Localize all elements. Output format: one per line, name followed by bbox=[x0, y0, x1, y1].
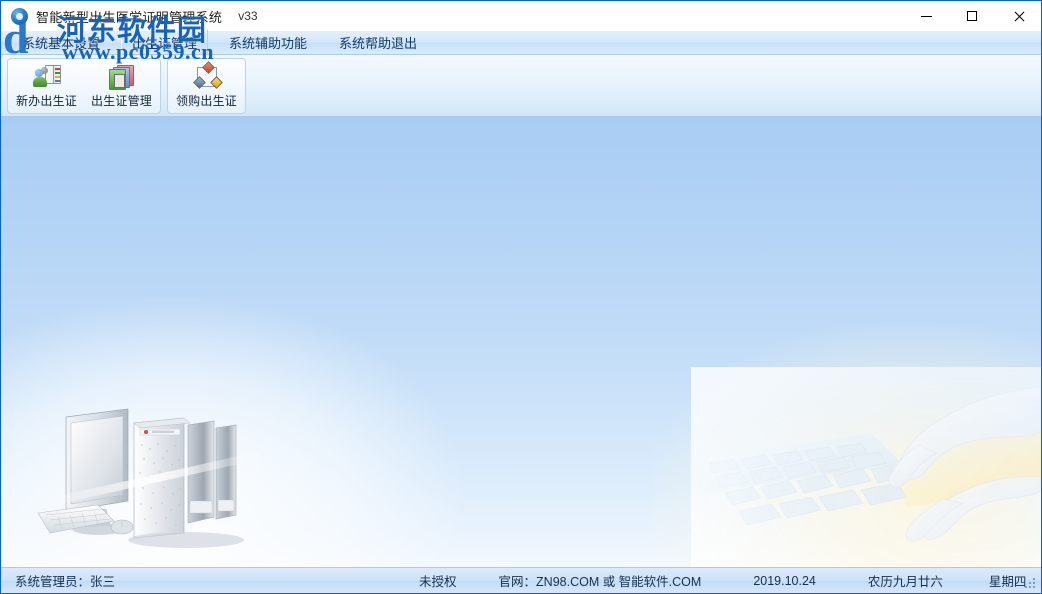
purchase-birth-certificate-button[interactable]: 领购出生证 bbox=[169, 60, 244, 112]
new-birth-certificate-button[interactable]: 新办出生证 bbox=[9, 60, 84, 112]
manage-birth-certificate-label: 出生证管理 bbox=[90, 94, 152, 108]
window-controls bbox=[903, 1, 1041, 31]
application-window: 智能新型出生医学证明管理系统 v33 系统基本设置 出生证管理 系统辅助功能 系… bbox=[0, 0, 1042, 594]
desktop-computer-illustration bbox=[36, 408, 271, 548]
close-icon bbox=[1013, 11, 1024, 22]
client-area bbox=[1, 117, 1041, 567]
menu-system-tools[interactable]: 系统辅助功能 bbox=[218, 29, 318, 56]
status-official-site: 官网：ZN98.COM 或 智能软件.COM bbox=[498, 575, 702, 589]
background-glow-left bbox=[1, 297, 461, 567]
menu-system-settings[interactable]: 系统基本设置 bbox=[11, 29, 111, 56]
toolbar: 新办出生证 出生证管理 领购出生证 bbox=[1, 55, 1041, 117]
status-license-state: 未授权 bbox=[419, 575, 457, 589]
toolbar-group-certificates: 新办出生证 出生证管理 bbox=[7, 58, 161, 114]
new-birth-certificate-label: 新办出生证 bbox=[15, 94, 77, 108]
manage-certificate-icon bbox=[108, 64, 136, 90]
resize-grip-icon[interactable] bbox=[1023, 576, 1037, 590]
menu-bar: 系统基本设置 出生证管理 系统辅助功能 系统帮助退出 bbox=[1, 29, 1041, 56]
close-button[interactable] bbox=[995, 1, 1041, 31]
menu-birth-cert-management[interactable]: 出生证管理 bbox=[121, 29, 209, 56]
menu-help-exit[interactable]: 系统帮助退出 bbox=[328, 29, 428, 56]
status-current-user: 系统管理员：张三 bbox=[15, 575, 116, 589]
new-certificate-icon bbox=[32, 64, 61, 90]
manage-birth-certificate-button[interactable]: 出生证管理 bbox=[84, 60, 159, 112]
status-date: 2019.10.24 bbox=[753, 573, 816, 588]
app-version-label: v33 bbox=[238, 9, 258, 23]
title-bar: 智能新型出生医学证明管理系统 v33 bbox=[1, 1, 1041, 31]
maximize-icon bbox=[967, 11, 977, 21]
maximize-button[interactable] bbox=[949, 1, 995, 31]
purchase-certificate-icon bbox=[192, 61, 223, 90]
status-lunar-date: 农历九月廿六 bbox=[867, 575, 943, 589]
minimize-button[interactable] bbox=[903, 1, 949, 31]
minimize-icon bbox=[920, 15, 932, 17]
purchase-birth-certificate-label: 领购出生证 bbox=[175, 94, 237, 108]
window-title: 智能新型出生医学证明管理系统 bbox=[36, 9, 223, 25]
toolbar-group-purchase: 领购出生证 bbox=[167, 58, 246, 114]
status-bar: 系统管理员：张三 未授权 官网：ZN98.COM 或 智能软件.COM 2019… bbox=[1, 567, 1041, 593]
background-glow-right bbox=[651, 327, 1041, 567]
hands-on-keyboard-illustration bbox=[691, 367, 1041, 567]
app-globe-icon bbox=[11, 7, 28, 25]
